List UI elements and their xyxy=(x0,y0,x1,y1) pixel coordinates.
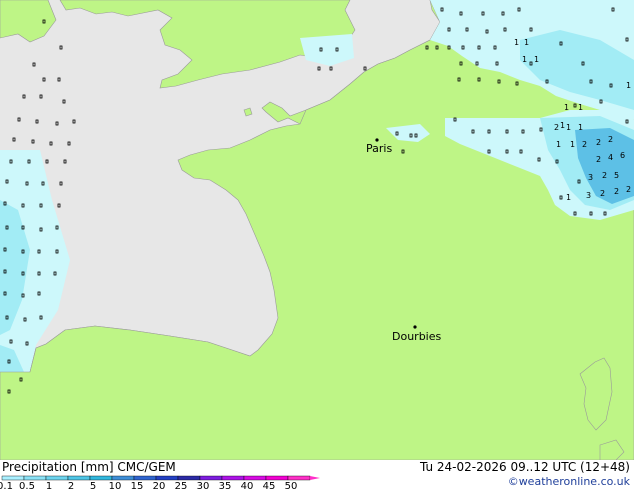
svg-text:1: 1 xyxy=(564,103,569,112)
scale-swatch xyxy=(287,475,311,481)
scale-swatch xyxy=(23,475,47,481)
svg-text:2: 2 xyxy=(554,123,559,132)
scale-tick-label: 0.5 xyxy=(19,481,35,490)
scale-tick-label: 5 xyxy=(90,481,96,490)
legend-title: Precipitation [mm] CMC/GEM xyxy=(2,460,176,474)
svg-text:2: 2 xyxy=(596,138,601,147)
weather-map-panel: 1121 1112 2224 6325 1322 2111 111 Paris … xyxy=(0,0,634,490)
city-label-dourbies: Dourbies xyxy=(392,330,442,343)
svg-text:1: 1 xyxy=(534,55,539,64)
svg-text:1: 1 xyxy=(556,140,561,149)
forecast-datetime: Tu 24-02-2026 09..12 UTC (12+48) xyxy=(419,460,630,474)
scale-swatch xyxy=(155,475,179,481)
scale-tick-label: 1 xyxy=(46,481,52,490)
svg-text:2: 2 xyxy=(596,155,601,164)
svg-text:1: 1 xyxy=(560,121,565,130)
scale-swatch xyxy=(67,475,91,481)
scale-tick-label: 15 xyxy=(131,481,144,490)
svg-text:2: 2 xyxy=(614,187,619,196)
scale-swatch xyxy=(89,475,113,481)
credit-link[interactable]: ©weatheronline.co.uk xyxy=(508,475,630,488)
scale-arrow xyxy=(310,476,320,480)
svg-text:1: 1 xyxy=(626,81,631,90)
scale-swatch xyxy=(45,475,69,481)
svg-text:2: 2 xyxy=(626,185,631,194)
legend-footer: Precipitation [mm] CMC/GEM Tu 24-02-2026… xyxy=(0,460,634,490)
svg-text:2: 2 xyxy=(602,171,607,180)
precipitation-map: 1 12 1 11 1 2 2 22 4 63 2 5 1322 211 1 111 Paris … xyxy=(0,0,634,460)
scale-tick-label: 30 xyxy=(197,481,210,490)
scale-swatch xyxy=(177,475,201,481)
svg-text:1: 1 xyxy=(570,140,575,149)
scale-swatch xyxy=(111,475,135,481)
svg-text:1: 1 xyxy=(566,193,571,202)
scale-ticks: 0.1 0.5 1 2 5 10 15 20 25 30 35 40 45 50 xyxy=(0,481,297,490)
svg-text:2: 2 xyxy=(582,140,587,149)
svg-text:1: 1 xyxy=(514,38,519,47)
scale-tick-label: 25 xyxy=(175,481,188,490)
scale-tick-label: 40 xyxy=(241,481,254,490)
city-label-paris: Paris xyxy=(366,142,392,155)
svg-text:6: 6 xyxy=(620,151,625,160)
svg-text:5: 5 xyxy=(614,171,619,180)
precip-color-scale: 0.1 0.5 1 2 5 10 15 20 25 30 35 40 45 50 xyxy=(0,475,320,490)
svg-text:1: 1 xyxy=(566,123,571,132)
scale-tick-label: 20 xyxy=(153,481,166,490)
svg-text:2: 2 xyxy=(608,135,613,144)
svg-text:1: 1 xyxy=(524,38,529,47)
scale-swatch xyxy=(221,475,245,481)
scale-swatch xyxy=(133,475,157,481)
scale-tick-label: 0.1 xyxy=(0,481,13,490)
svg-text:1: 1 xyxy=(578,103,583,112)
scale-tick-label: 10 xyxy=(109,481,122,490)
svg-text:3: 3 xyxy=(588,173,593,182)
scale-swatch xyxy=(265,475,289,481)
svg-text:2: 2 xyxy=(600,189,605,198)
svg-text:1: 1 xyxy=(578,123,583,132)
svg-text:4: 4 xyxy=(608,153,613,162)
svg-text:3: 3 xyxy=(586,191,591,200)
scale-swatch xyxy=(243,475,267,481)
svg-text:1: 1 xyxy=(522,55,527,64)
scale-tick-label: 35 xyxy=(219,481,232,490)
scale-swatch xyxy=(1,475,25,481)
scale-swatch xyxy=(199,475,223,481)
scale-tick-label: 2 xyxy=(68,481,74,490)
scale-tick-label: 50 xyxy=(285,481,298,490)
scale-swatches xyxy=(1,475,320,481)
scale-tick-label: 45 xyxy=(263,481,276,490)
